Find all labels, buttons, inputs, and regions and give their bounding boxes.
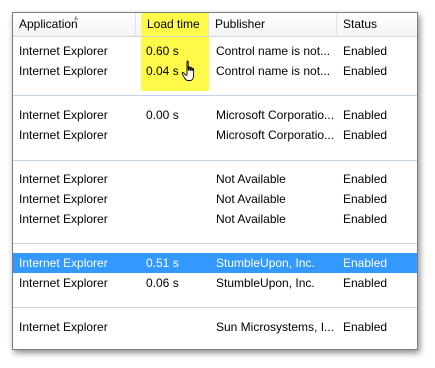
column-header-publisher-label: Publisher <box>215 17 266 31</box>
cell-application: Internet Explorer <box>19 44 108 58</box>
cell-application: Internet Explorer <box>19 276 108 290</box>
group-separator <box>13 243 417 244</box>
cell-application: Internet Explorer <box>19 212 108 226</box>
cell-load-time: 0.00 s <box>146 108 179 122</box>
cell-load-time: 0.06 s <box>146 276 179 290</box>
table-row[interactable]: Internet Explorer 0.06 s StumbleUpon, Inc.… <box>13 273 417 293</box>
cell-publisher: Not Available <box>216 192 286 206</box>
cell-application: Internet Explorer <box>19 128 108 142</box>
cell-application: Internet Explorer <box>19 108 108 122</box>
cell-load-time <box>146 169 206 189</box>
cell-publisher: Sun Microsystems, I... <box>216 320 335 334</box>
cell-publisher: StumbleUpon, Inc. <box>216 276 315 290</box>
table-row[interactable]: Internet Explorer 0.00 s Microsoft Corpora… <box>13 105 417 125</box>
table-row[interactable]: Internet Explorer Microsoft Corporatio...… <box>13 125 417 145</box>
cell-publisher: StumbleUpon, Inc. <box>216 256 315 270</box>
cell-status: Enabled <box>343 256 388 270</box>
hand-pointer-icon <box>181 60 195 81</box>
cell-load-time <box>146 209 206 229</box>
cell-application: Internet Explorer <box>19 256 108 270</box>
column-header-status-label: Status <box>343 17 378 31</box>
cell-load-time <box>146 125 206 145</box>
column-header-load-time[interactable]: Load time <box>141 13 209 36</box>
table-row[interactable]: Internet Explorer Not Available Enabled <box>13 169 417 189</box>
cell-status: Enabled <box>343 108 388 122</box>
table-row[interactable]: Internet Explorer 0.04 s Control name is n… <box>13 61 417 81</box>
add-ons-list: ▲ Application Load time Publisher Status… <box>12 12 418 350</box>
cell-status: Enabled <box>343 128 388 142</box>
cell-load-time: 0.60 s <box>146 44 179 58</box>
cell-publisher: Not Available <box>216 212 286 226</box>
cell-application: Internet Explorer <box>19 192 108 206</box>
sort-up-icon: ▲ <box>72 13 80 22</box>
cell-status: Enabled <box>343 192 388 206</box>
group-separator <box>13 307 417 308</box>
cell-publisher: Control name is not... <box>216 64 331 78</box>
cell-publisher: Control name is not... <box>216 44 331 58</box>
table-row[interactable]: Internet Explorer Not Available Enabled <box>13 189 417 209</box>
column-header-status[interactable]: Status <box>337 13 417 36</box>
cell-status: Enabled <box>343 172 388 186</box>
cell-status: Enabled <box>343 276 388 290</box>
table-row[interactable]: Internet Explorer 0.51 s StumbleUpon, Inc.… <box>13 253 417 273</box>
cell-load-time: 0.51 s <box>146 256 179 270</box>
column-header-publisher[interactable]: Publisher <box>209 13 337 36</box>
cell-status: Enabled <box>343 212 388 226</box>
cell-publisher: Microsoft Corporatio... <box>216 128 335 142</box>
cell-application: Internet Explorer <box>19 64 108 78</box>
column-header-application[interactable]: ▲ Application <box>13 13 136 36</box>
group-separator <box>13 95 417 96</box>
table-row[interactable]: Internet Explorer 0.60 s Control name is n… <box>13 41 417 61</box>
cell-publisher: Microsoft Corporatio... <box>216 108 335 122</box>
column-header: ▲ Application Load time Publisher Status <box>13 13 417 37</box>
cell-status: Enabled <box>343 320 388 334</box>
group-separator <box>13 160 417 161</box>
cell-status: Enabled <box>343 44 388 58</box>
cell-load-time <box>146 317 206 337</box>
table-row[interactable]: Internet Explorer Sun Microsystems, I... E… <box>13 317 417 337</box>
cell-application: Internet Explorer <box>19 172 108 186</box>
column-header-load-time-label: Load time <box>147 17 200 31</box>
table-row[interactable]: Internet Explorer Not Available Enabled <box>13 209 417 229</box>
cell-application: Internet Explorer <box>19 320 108 334</box>
cell-publisher: Not Available <box>216 172 286 186</box>
column-header-application-label: Application <box>19 17 78 31</box>
cell-load-time <box>146 189 206 209</box>
cell-status: Enabled <box>343 64 388 78</box>
